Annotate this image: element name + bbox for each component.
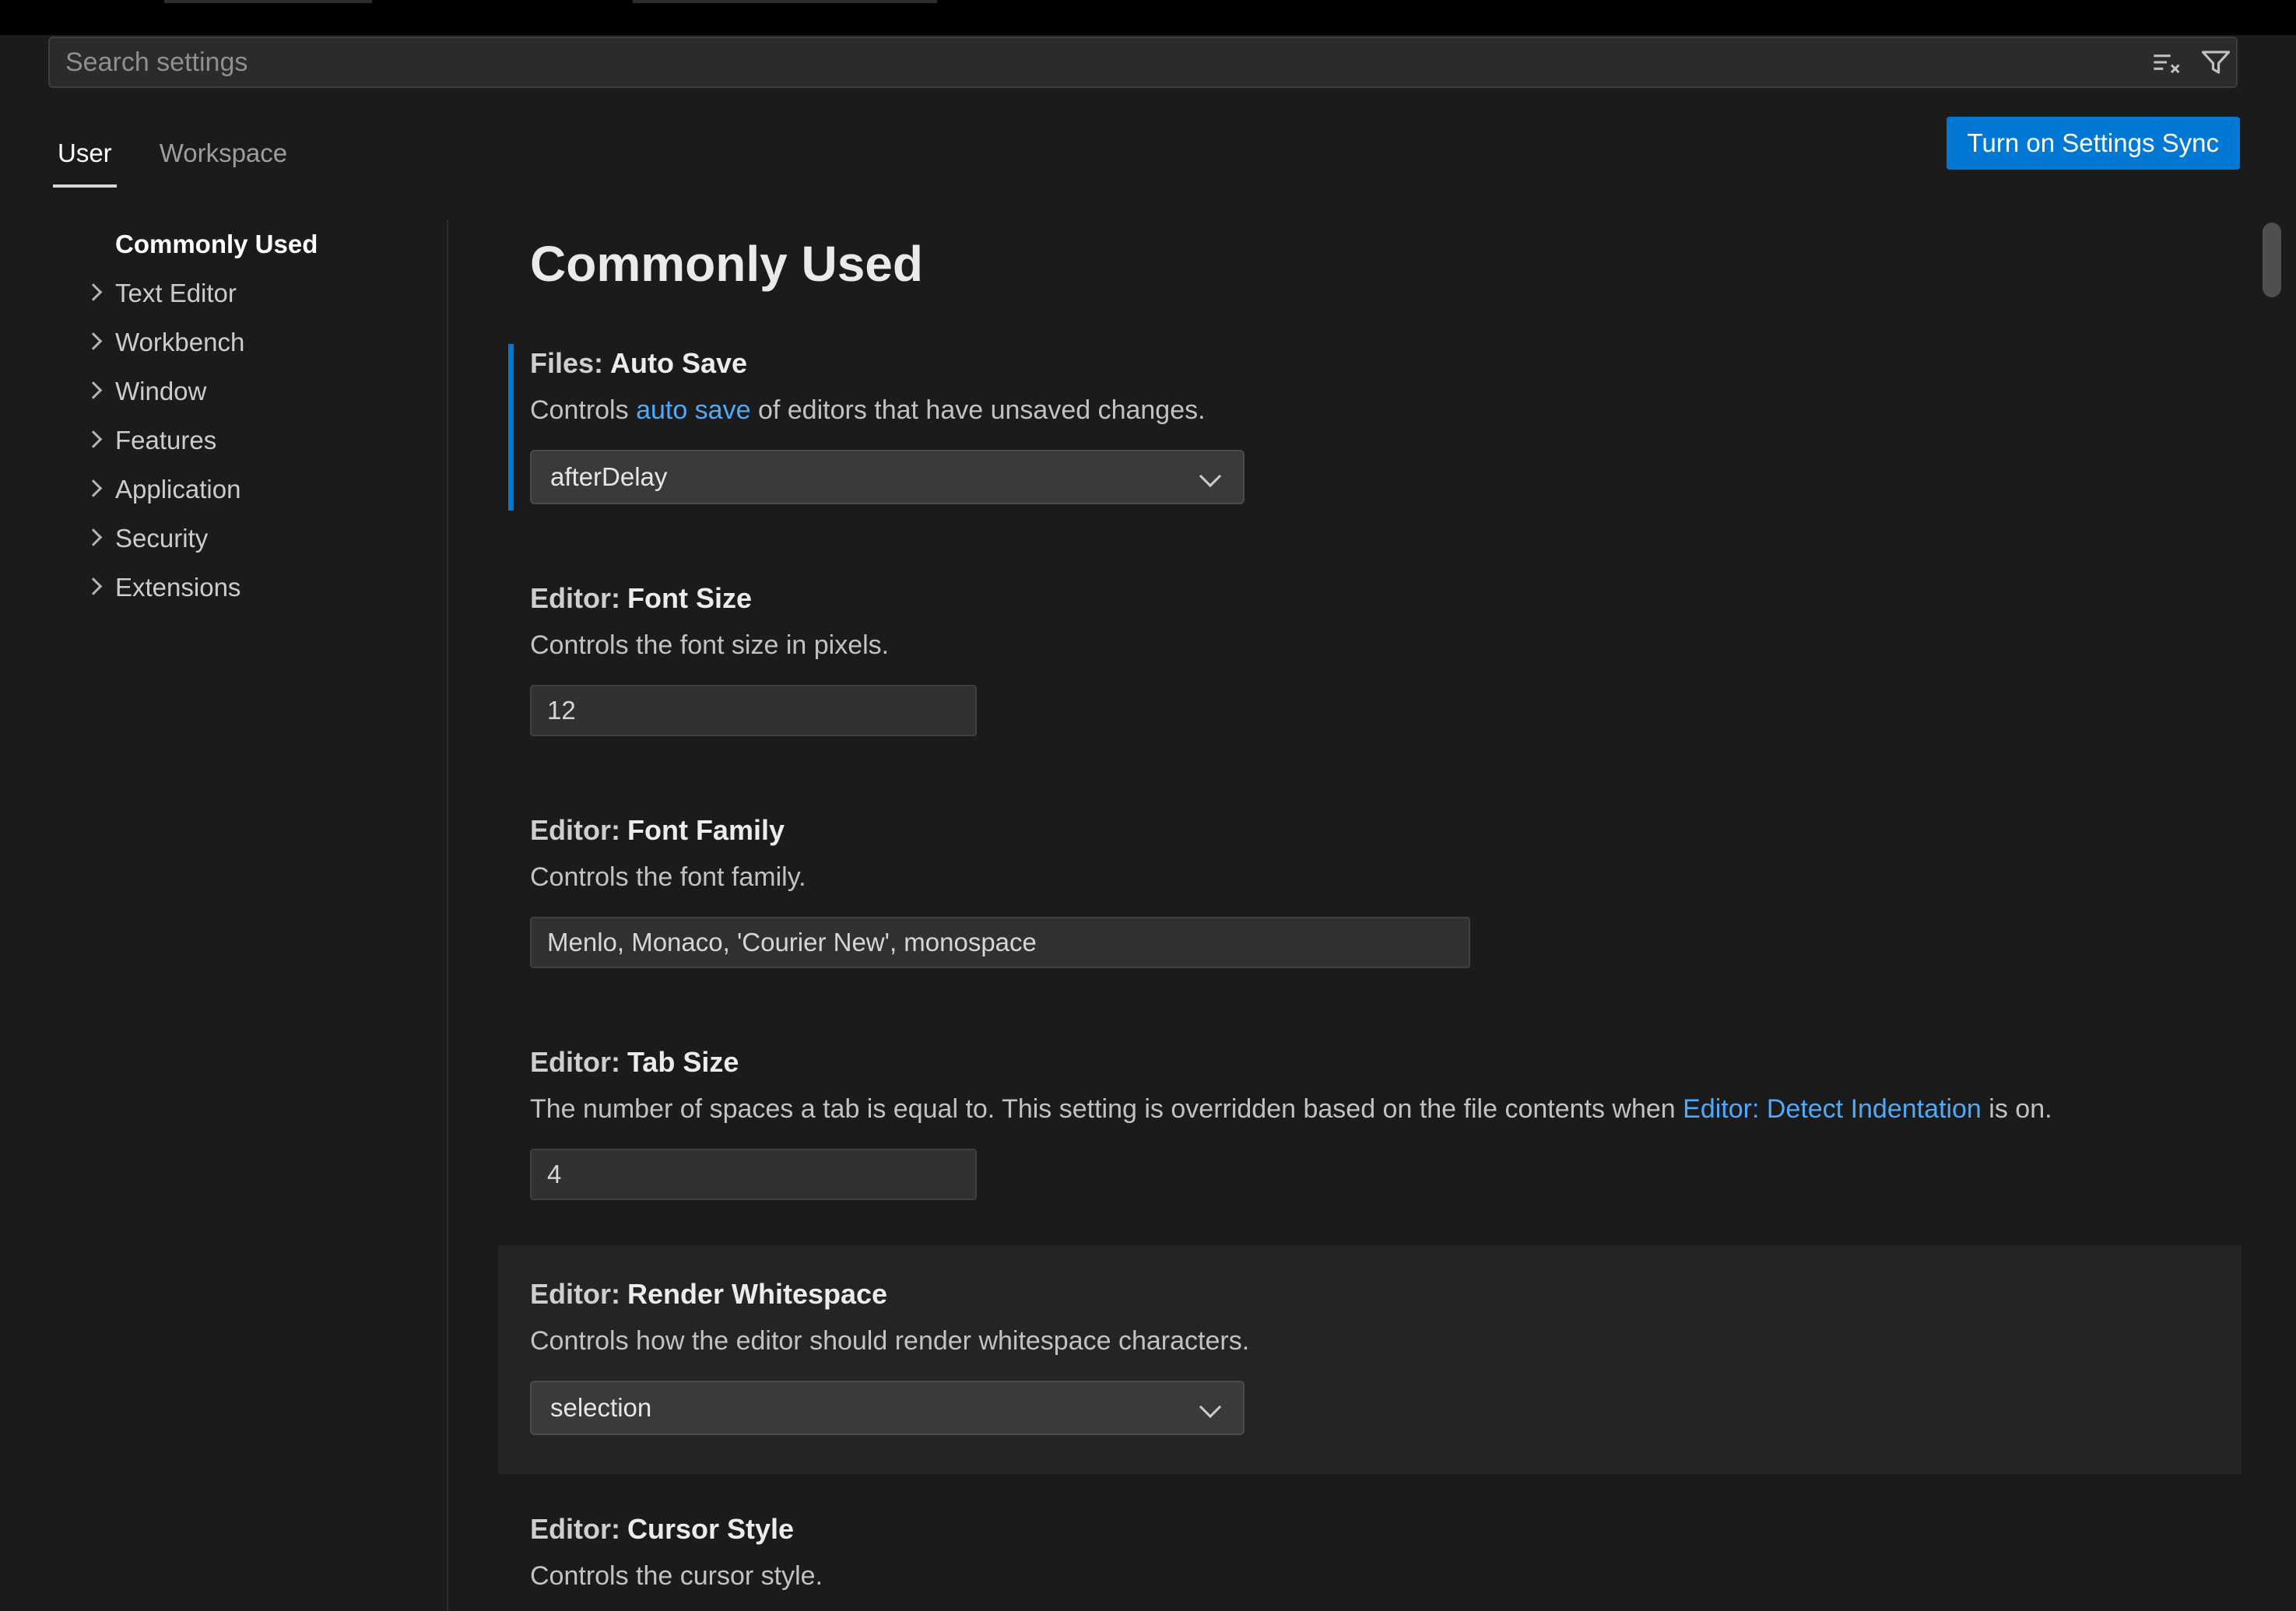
setting-title: Editor:Cursor Style xyxy=(530,1511,2223,1547)
setting-description: Controls how the editor should render wh… xyxy=(530,1321,2223,1360)
search-input[interactable] xyxy=(48,37,2238,88)
settings-scope-tabs: User Workspace xyxy=(53,118,292,188)
setting-description: Controls the cursor style. xyxy=(530,1557,2223,1595)
toc-item-text-editor[interactable]: Text Editor xyxy=(0,268,446,318)
setting-title: Editor:Tab Size xyxy=(530,1044,2223,1080)
toc-item-label: Features xyxy=(115,426,216,455)
settings-sync-button[interactable]: Turn on Settings Sync xyxy=(1947,117,2240,170)
chevron-right-icon xyxy=(85,430,103,448)
setting-name: Auto Save xyxy=(610,347,747,379)
auto-save-link[interactable]: auto save xyxy=(636,395,750,425)
setting-row-editor-cursor-style: Editor:Cursor Style Controls the cursor … xyxy=(498,1480,2242,1611)
page-title: Commonly Used xyxy=(530,233,2242,294)
toc-item-label: Text Editor xyxy=(115,279,237,308)
font-family-input[interactable] xyxy=(530,917,1470,968)
toc-item-label: Commonly Used xyxy=(115,230,318,259)
description-text: Controls the font size in pixels. xyxy=(530,630,889,660)
chevron-right-icon xyxy=(85,381,103,399)
scrollbar-thumb[interactable] xyxy=(2263,223,2281,297)
filter-icon[interactable] xyxy=(2201,47,2231,77)
auto-save-dropdown[interactable]: afterDelay xyxy=(530,450,1245,504)
description-text: The number of spaces a tab is equal to. … xyxy=(530,1094,1683,1124)
description-text: Controls xyxy=(530,395,636,425)
setting-name: Font Size xyxy=(627,582,752,614)
background-tab-edge xyxy=(633,0,937,3)
chevron-down-icon xyxy=(1199,465,1221,487)
settings-list: Commonly Used Files:Auto Save Controls a… xyxy=(498,219,2242,1611)
chevron-right-icon xyxy=(85,283,103,301)
toc-item-label: Window xyxy=(115,377,206,406)
setting-description: Controls the font size in pixels. xyxy=(530,626,2223,665)
toc-item-security[interactable]: Security xyxy=(0,514,446,563)
setting-name: Render Whitespace xyxy=(627,1278,887,1310)
description-text: Controls the font family. xyxy=(530,862,806,892)
setting-description: Controls the font family. xyxy=(530,858,2223,897)
setting-name: Cursor Style xyxy=(627,1513,794,1545)
setting-row-editor-font-size: Editor:Font Size Controls the font size … xyxy=(498,549,2242,775)
setting-row-editor-font-family: Editor:Font Family Controls the font fam… xyxy=(498,781,2242,1007)
toc-item-features[interactable]: Features xyxy=(0,416,446,465)
setting-title: Editor:Font Family xyxy=(530,813,2223,848)
chevron-right-icon xyxy=(85,528,103,546)
modified-indicator xyxy=(508,344,514,511)
window-top-strip xyxy=(0,0,2296,35)
description-text: Controls the cursor style. xyxy=(530,1561,823,1591)
setting-category: Editor: xyxy=(530,1046,620,1078)
setting-title: Editor:Font Size xyxy=(530,581,2223,616)
setting-title: Files:Auto Save xyxy=(530,346,2223,381)
chevron-right-icon xyxy=(85,479,103,497)
chevron-right-icon xyxy=(85,577,103,595)
toc-item-extensions[interactable]: Extensions xyxy=(0,563,446,612)
dropdown-value: selection xyxy=(550,1393,651,1423)
toc-item-label: Extensions xyxy=(115,573,240,602)
setting-category: Editor: xyxy=(530,1278,620,1310)
toc-item-application[interactable]: Application xyxy=(0,465,446,514)
settings-toc: Commonly Used Text Editor Workbench Wind… xyxy=(0,219,446,1611)
setting-row-files-auto-save: Files:Auto Save Controls auto save of ed… xyxy=(498,314,2242,543)
toc-item-label: Application xyxy=(115,475,240,504)
setting-description: The number of spaces a tab is equal to. … xyxy=(530,1090,2223,1128)
setting-category: Editor: xyxy=(530,582,620,614)
tab-size-input[interactable] xyxy=(530,1149,977,1200)
detect-indentation-link[interactable]: Editor: Detect Indentation xyxy=(1683,1094,1982,1124)
render-whitespace-dropdown[interactable]: selection xyxy=(530,1381,1245,1435)
chevron-right-icon xyxy=(85,332,103,350)
description-text: Controls how the editor should render wh… xyxy=(530,1326,1249,1356)
background-tab-edge xyxy=(164,0,372,3)
toc-item-commonly-used[interactable]: Commonly Used xyxy=(0,219,446,268)
font-size-input[interactable] xyxy=(530,685,977,736)
setting-category: Editor: xyxy=(530,814,620,846)
setting-name: Tab Size xyxy=(627,1046,739,1078)
setting-category: Editor: xyxy=(530,1513,620,1545)
toc-divider xyxy=(447,219,448,1611)
toc-item-window[interactable]: Window xyxy=(0,367,446,416)
setting-category: Files: xyxy=(530,347,603,379)
dropdown-value: afterDelay xyxy=(550,462,667,492)
clear-filter-icon[interactable] xyxy=(2152,47,2182,77)
setting-row-editor-render-whitespace: Editor:Render Whitespace Controls how th… xyxy=(498,1245,2242,1474)
tab-workspace[interactable]: Workspace xyxy=(155,118,292,188)
tab-user[interactable]: User xyxy=(53,118,117,188)
toc-item-workbench[interactable]: Workbench xyxy=(0,318,446,367)
setting-name: Font Family xyxy=(627,814,785,846)
description-text: of editors that have unsaved changes. xyxy=(751,395,1206,425)
toc-item-label: Workbench xyxy=(115,328,244,357)
setting-row-editor-tab-size: Editor:Tab Size The number of spaces a t… xyxy=(498,1013,2242,1239)
setting-description: Controls auto save of editors that have … xyxy=(530,391,2223,430)
description-text: is on. xyxy=(1982,1094,2052,1124)
chevron-down-icon xyxy=(1199,1396,1221,1418)
toc-item-label: Security xyxy=(115,524,208,553)
setting-title: Editor:Render Whitespace xyxy=(530,1276,2223,1312)
